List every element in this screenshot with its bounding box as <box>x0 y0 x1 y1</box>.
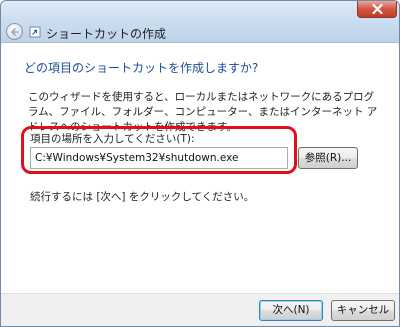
shortcut-icon <box>29 26 41 38</box>
page-heading: どの項目のショートカットを作成しますか? <box>24 61 259 75</box>
close-icon <box>372 4 383 14</box>
instruction-text: 続行するには [次へ] をクリックしてください。 <box>30 191 255 203</box>
button-bar: 次へ(N) キャンセル <box>1 293 399 326</box>
location-input[interactable] <box>30 147 288 169</box>
window-title: ショートカットの作成 <box>46 27 167 41</box>
title-bar: ショートカットの作成 <box>1 1 399 43</box>
browse-button[interactable]: 参照(R)... <box>298 147 358 169</box>
back-arrow-icon <box>11 28 19 36</box>
location-label: 項目の場所を入力してください(T): <box>30 133 195 145</box>
cancel-button[interactable]: キャンセル <box>331 300 395 321</box>
back-button[interactable] <box>6 23 23 40</box>
next-button[interactable]: 次へ(N) <box>259 300 323 321</box>
description-text: このウィザードを使用すると、ローカルまたはネットワークにあるプログラム、ファイル… <box>28 91 378 133</box>
close-button[interactable] <box>357 1 397 18</box>
wizard-content: どの項目のショートカットを作成しますか? このウィザードを使用すると、ローカルま… <box>1 43 399 293</box>
create-shortcut-window: ショートカットの作成 どの項目のショートカットを作成しますか? このウィザードを… <box>0 0 400 327</box>
